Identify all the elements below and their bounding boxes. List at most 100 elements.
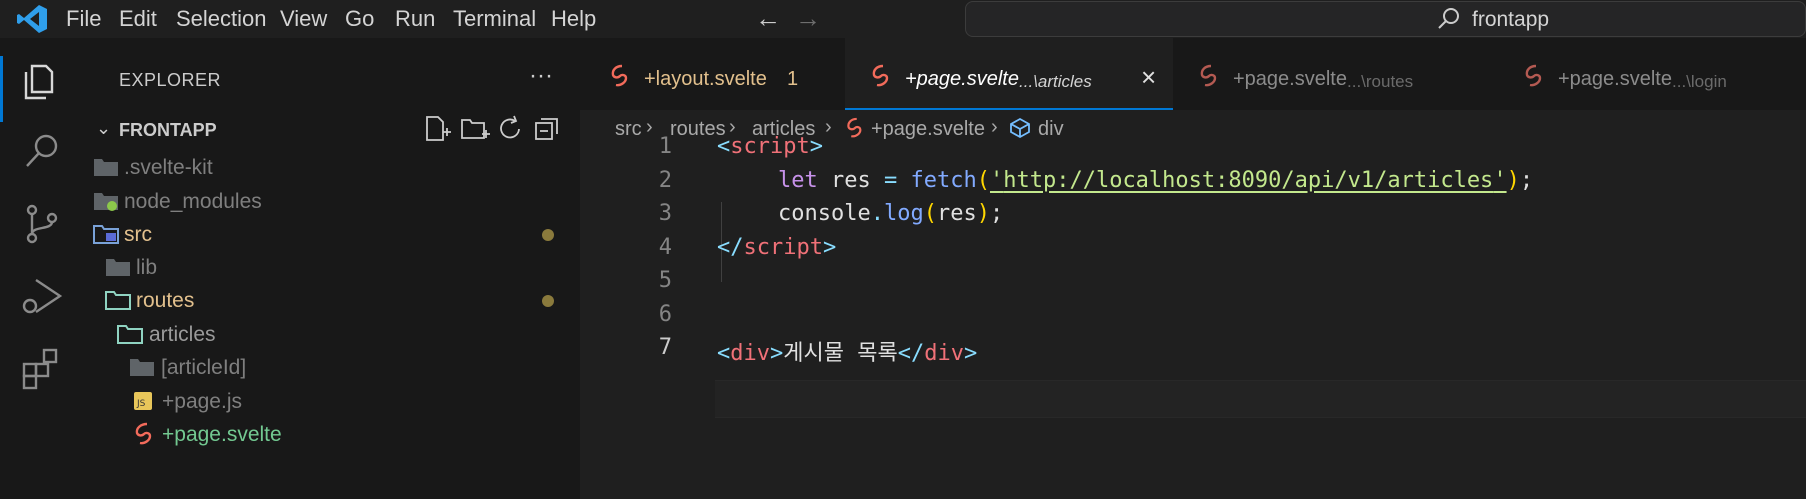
operator: = — [884, 168, 898, 193]
source-control-icon[interactable] — [18, 200, 66, 248]
search-icon — [1438, 8, 1459, 29]
tag-open-bracket: </ — [897, 341, 925, 366]
paren: ( — [976, 168, 990, 193]
paren: ) — [1506, 168, 1520, 193]
menu-help[interactable]: Help — [551, 6, 596, 32]
new-file-icon[interactable] — [422, 114, 452, 144]
modified-indicator — [542, 229, 554, 241]
function-name: fetch — [910, 168, 977, 193]
semicolon: ; — [989, 201, 1004, 226]
line-number: 3 — [658, 201, 672, 226]
run-debug-icon[interactable] — [18, 272, 66, 320]
tree-item-label: +page.svelte — [162, 423, 282, 446]
method: log — [883, 201, 924, 226]
tab-page-svelte-login[interactable]: +page.svelte ...\login — [1498, 38, 1806, 110]
tree-item-routes[interactable]: routes — [84, 281, 580, 319]
tag-close-bracket: > — [963, 341, 978, 366]
extensions-icon[interactable] — [18, 344, 66, 392]
svelte-file-icon — [847, 117, 862, 138]
tree-item-label: .svelte-kit — [124, 156, 213, 179]
folder-icon — [130, 359, 154, 376]
forward-arrow-icon[interactable]: → — [795, 3, 821, 34]
code-line-2[interactable]: let res = fetch( 'http://localhost:8090/a… — [778, 168, 1533, 193]
chevron-right-icon: › — [991, 116, 998, 138]
explorer-icon[interactable] — [18, 56, 66, 104]
string-quote: ' — [1493, 168, 1507, 193]
tree-item-page-svelte[interactable]: +page.svelte — [84, 415, 580, 453]
menu-run[interactable]: Run — [395, 6, 435, 32]
tree-item-label: node_modules — [124, 190, 262, 213]
explorer-sidebar: EXPLORER ··· ⌄ FRONTAPP .svelte-kit node… — [84, 38, 580, 499]
tab-page-svelte-articles[interactable]: +page.svelte ...\articles × — [845, 38, 1173, 110]
tab-label: +page.svelte — [1558, 68, 1672, 90]
tree-item-label: +page.js — [162, 390, 242, 413]
tab-badge: 1 — [787, 68, 799, 90]
tab-layout-svelte[interactable]: +layout.svelte 1 — [580, 38, 845, 110]
svelte-file-icon — [611, 64, 628, 87]
tab-description: ...\login — [1672, 72, 1727, 91]
editor-area: +layout.svelte 1 +page.svelte ...\articl… — [580, 38, 1806, 499]
tag-open-bracket: </ — [717, 235, 744, 260]
tag-name: script — [730, 134, 810, 159]
collapse-all-icon[interactable] — [532, 114, 562, 144]
keyword: let — [778, 168, 818, 193]
refresh-icon[interactable] — [496, 114, 526, 144]
tag-close-bracket: > — [809, 134, 823, 159]
menu-file[interactable]: File — [66, 6, 101, 32]
object: console — [778, 201, 871, 226]
line-number: 7 — [658, 335, 672, 360]
menu-edit[interactable]: Edit — [119, 6, 157, 32]
more-actions-icon[interactable]: ··· — [529, 62, 553, 90]
tag-name: script — [743, 235, 823, 260]
tree-item-svelte-kit[interactable]: .svelte-kit — [84, 148, 580, 186]
explorer-title: EXPLORER — [119, 70, 222, 90]
text-content: 게시물 목록 — [783, 341, 898, 366]
tree-item-articleid[interactable]: [articleId] — [84, 348, 580, 386]
code-line-7[interactable]: <div>게시물 목록</div> — [717, 335, 977, 367]
vscode-logo-icon — [17, 5, 47, 33]
tag-open-bracket: < — [717, 134, 731, 159]
chevron-right-icon: › — [825, 116, 832, 138]
activity-bar — [0, 38, 84, 499]
variable: res — [831, 168, 871, 193]
svg-text:JS: JS — [136, 399, 146, 409]
menu-go[interactable]: Go — [345, 6, 374, 32]
tag-name: div — [730, 341, 770, 366]
breadcrumb-file[interactable]: +page.svelte — [871, 118, 985, 141]
tree-item-label: [articleId] — [161, 356, 247, 379]
url-link[interactable]: http://localhost:8090/api/v1/articles — [1003, 168, 1493, 193]
folder-icon — [106, 259, 130, 276]
search-icon[interactable] — [18, 128, 66, 176]
menu-view[interactable]: View — [280, 6, 327, 32]
back-arrow-icon[interactable]: ← — [755, 3, 781, 34]
tab-label: +page.svelte — [905, 68, 1019, 90]
menu-selection[interactable]: Selection — [176, 6, 267, 32]
tab-page-svelte-routes[interactable]: +page.svelte ...\routes — [1173, 38, 1498, 110]
tab-label: +layout.svelte — [644, 68, 767, 90]
close-icon[interactable]: × — [1141, 62, 1156, 93]
breadcrumb-div[interactable]: div — [1038, 118, 1064, 141]
code-line-1[interactable]: <script> — [717, 134, 823, 159]
src-folder-icon — [93, 225, 119, 244]
chevron-down-icon: ⌄ — [96, 118, 112, 138]
active-indicator — [0, 56, 3, 122]
command-center[interactable]: frontapp — [965, 1, 1806, 37]
new-folder-icon[interactable] — [460, 114, 490, 144]
tag-close-bracket: > — [822, 235, 837, 260]
semicolon: ; — [1519, 168, 1534, 193]
svelte-file-icon — [1200, 64, 1217, 87]
workspace-header[interactable]: ⌄ FRONTAPP — [84, 110, 580, 148]
folder-icon — [94, 159, 118, 176]
node-folder-icon — [94, 193, 118, 211]
current-line-highlight — [715, 380, 1806, 418]
command-center-label: frontapp — [1472, 8, 1550, 31]
tab-description: ...\routes — [1347, 72, 1414, 91]
menu-terminal[interactable]: Terminal — [453, 6, 536, 32]
line-number: 1 — [658, 134, 672, 159]
code-line-4[interactable]: </script> — [717, 235, 836, 260]
svelte-file-icon — [872, 64, 889, 87]
code-line-3[interactable]: console.log(res); — [778, 201, 1003, 226]
tree-item-label: lib — [136, 256, 158, 279]
line-number: 5 — [658, 268, 672, 293]
tag-close-bracket: > — [770, 341, 784, 366]
